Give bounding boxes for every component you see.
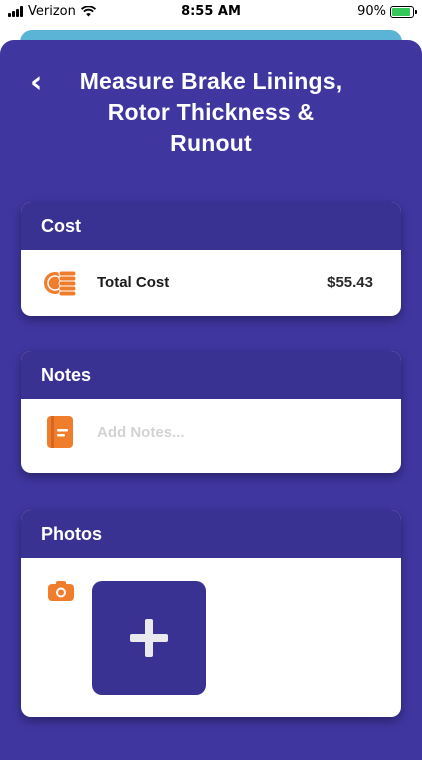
photos-card: Photos	[21, 510, 401, 717]
total-cost-value: $55.43	[327, 274, 373, 291]
add-photo-button[interactable]	[92, 581, 206, 695]
page-title: Measure Brake Linings, Rotor Thickness &…	[79, 68, 343, 156]
notes-card: Notes	[21, 351, 401, 473]
total-cost-label: Total Cost	[97, 274, 170, 291]
photos-card-body	[21, 558, 401, 717]
battery-fill	[392, 7, 410, 16]
cost-card-header: Cost	[21, 202, 401, 250]
notebook-icon	[47, 416, 73, 448]
cost-card-body: Total Cost $55.43	[21, 250, 401, 316]
notes-input[interactable]	[97, 421, 377, 443]
back-button[interactable]: ‹	[30, 66, 60, 100]
battery-charging-icon	[390, 5, 417, 18]
photos-card-header: Photos	[21, 510, 401, 558]
battery-percent: 90%	[357, 4, 386, 19]
plus-icon	[130, 619, 168, 657]
cost-card: Cost Total Cost $55.43	[21, 202, 401, 316]
coins-icon	[44, 270, 77, 297]
camera-icon	[48, 581, 74, 601]
status-bar: Verizon 8:55 AM 90%	[0, 0, 422, 24]
chevron-left-icon: ‹	[30, 65, 43, 100]
status-right: 90%	[357, 4, 417, 19]
notes-card-body	[21, 399, 401, 473]
notes-card-header: Notes	[21, 351, 401, 399]
